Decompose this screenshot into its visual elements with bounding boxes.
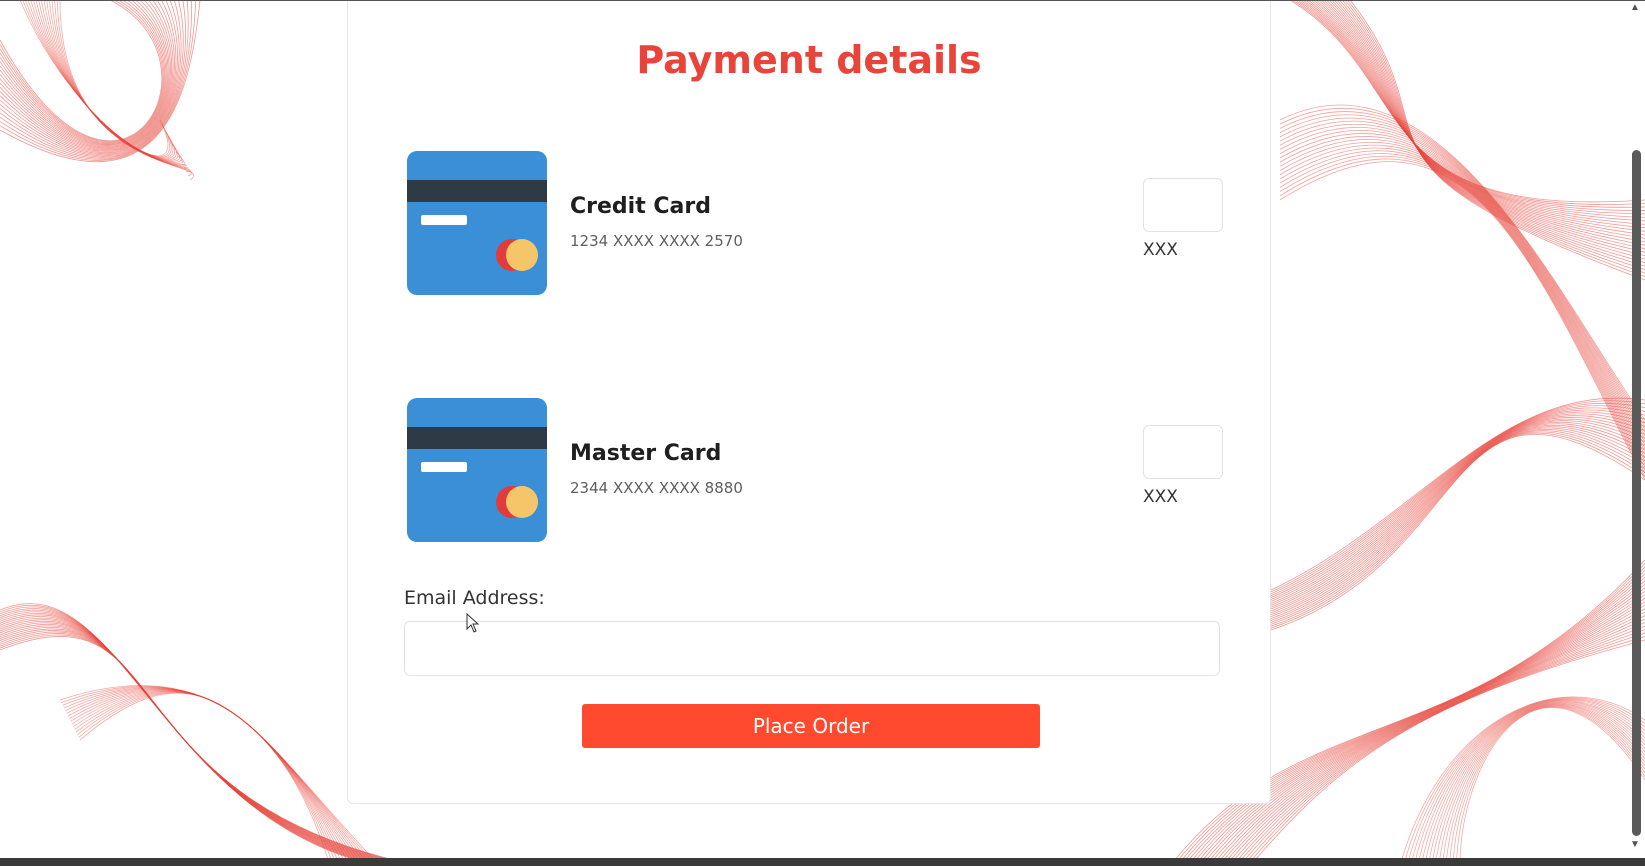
cvv-input[interactable] (1143, 178, 1223, 232)
email-field[interactable] (404, 621, 1220, 676)
card-number: 2344 XXXX XXXX 8880 (570, 479, 743, 497)
cvv-label: XXX (1143, 487, 1178, 507)
window-top-border (0, 0, 1645, 1)
scrollbar-thumb[interactable] (1632, 150, 1641, 836)
cvv-label: XXX (1143, 240, 1178, 260)
scroll-down-arrow-icon[interactable]: ▼ (1630, 840, 1640, 850)
cvv-input[interactable] (1143, 425, 1223, 479)
scroll-up-arrow-icon[interactable]: ▲ (1630, 3, 1640, 13)
page-title: Payment details (636, 38, 982, 82)
card-name: Master Card (570, 441, 722, 466)
mouse-cursor-icon (466, 613, 480, 633)
credit-card-icon (406, 150, 548, 296)
card-number: 1234 XXXX XXXX 2570 (570, 232, 743, 250)
payment-method-credit-card[interactable]: Credit Card 1234 XXXX XXXX 2570 XXX (406, 150, 1226, 296)
card-name: Credit Card (570, 194, 711, 219)
payment-method-master-card[interactable]: Master Card 2344 XXXX XXXX 8880 XXX (406, 397, 1226, 543)
window-bottom-bar (0, 858, 1645, 866)
payment-panel: Payment details Credit Card 1234 XXXX XX… (347, 0, 1271, 804)
credit-card-icon (406, 397, 548, 543)
email-label: Email Address: (404, 587, 545, 609)
place-order-button[interactable]: Place Order (582, 704, 1040, 748)
